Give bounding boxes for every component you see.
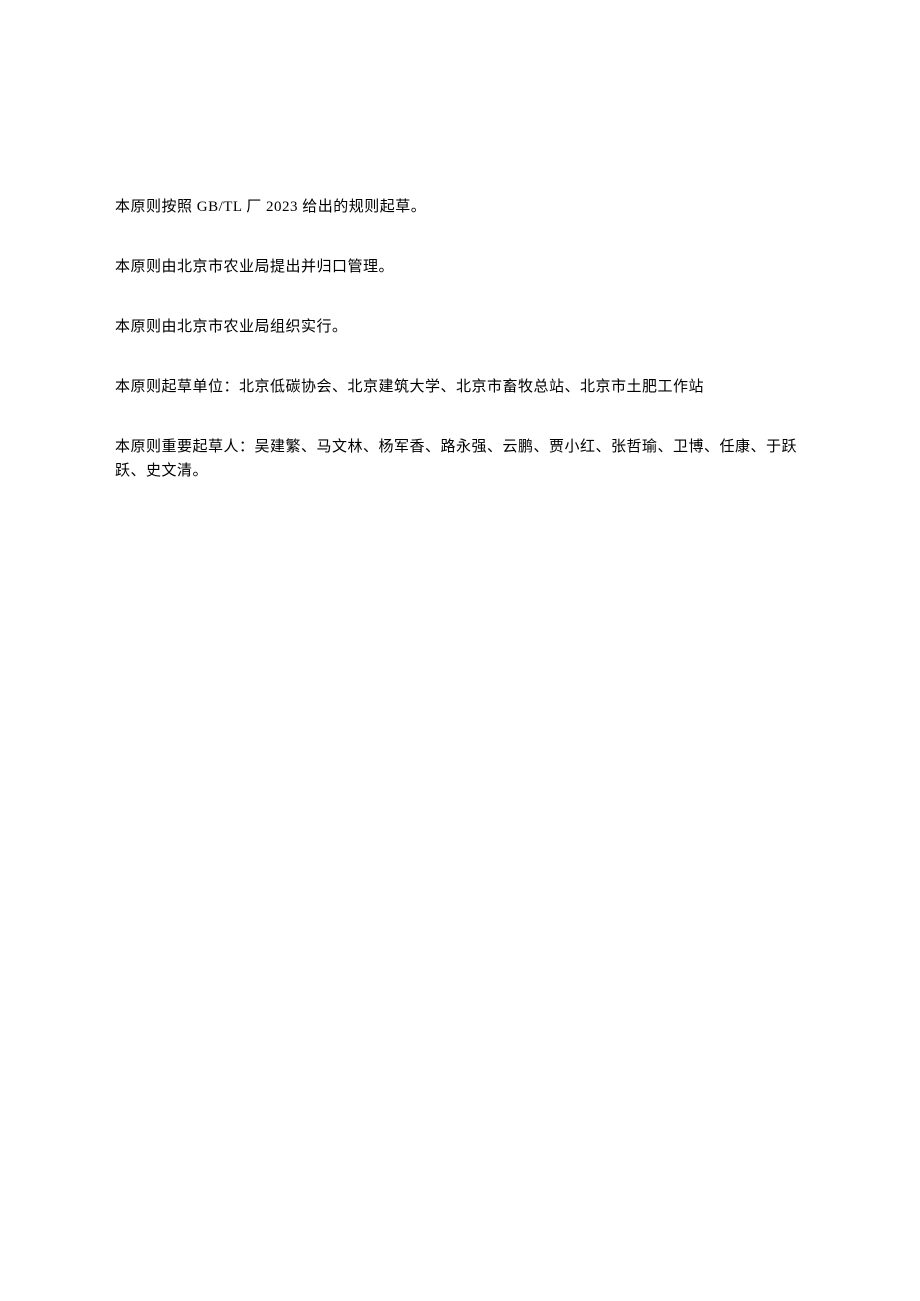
paragraph-drafting-rules: 本原则按照 GB/TL 厂 2023 给出的规则起草。 — [115, 195, 805, 219]
document-page: 本原则按照 GB/TL 厂 2023 给出的规则起草。 本原则由北京市农业局提出… — [0, 0, 920, 483]
paragraph-implementation-agency: 本原则由北京市农业局组织实行。 — [115, 315, 805, 339]
paragraph-drafting-units: 本原则起草单位：北京低碳协会、北京建筑大学、北京市畜牧总站、北京市土肥工作站 — [115, 375, 805, 399]
paragraph-proposal-agency: 本原则由北京市农业局提出并归口管理。 — [115, 255, 805, 279]
paragraph-main-drafters: 本原则重要起草人：吴建繁、马文林、杨军香、路永强、云鹏、贾小红、张哲瑜、卫博、任… — [115, 435, 805, 483]
